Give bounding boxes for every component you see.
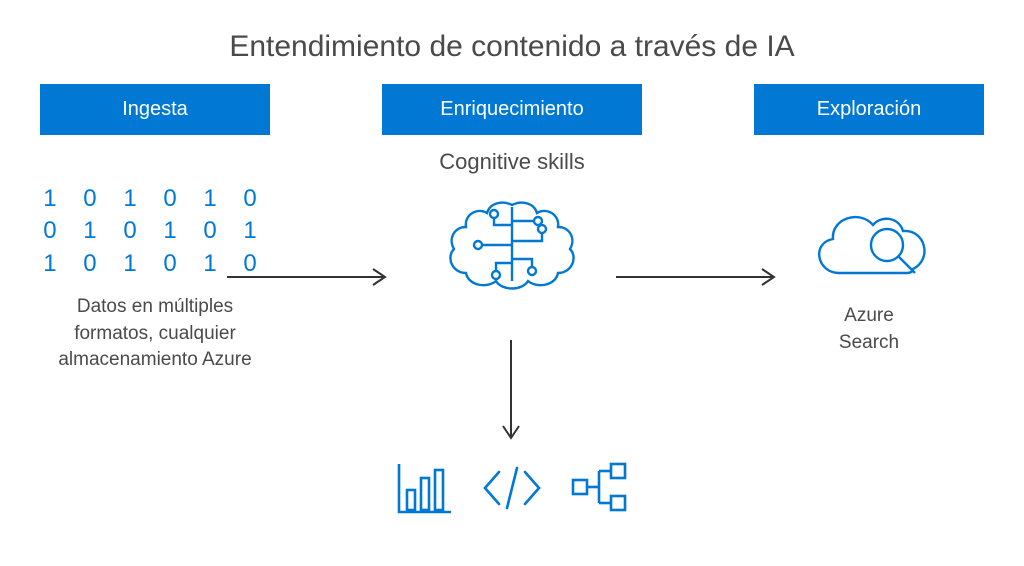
cloud-search-icon [799, 195, 939, 295]
code-icon [479, 460, 545, 521]
arrow-right-icon [225, 265, 395, 289]
enrich-column: Enriquecimiento Cognitive skills [382, 84, 642, 374]
ingest-description: Datos en múltiples formatos, cualquier a… [40, 294, 270, 374]
explore-header: Exploración [754, 84, 984, 135]
output-icons [395, 460, 629, 521]
enrich-header: Enriquecimiento [382, 84, 642, 135]
explore-description: Azure Search [839, 303, 899, 356]
enrich-subtitle: Cognitive skills [439, 149, 585, 177]
stages-row: Ingesta 1 0 1 0 1 0 0 1 0 1 0 1 1 0 1 0 … [0, 84, 1024, 374]
arrow-right-icon [614, 265, 784, 289]
bar-chart-icon [395, 460, 455, 521]
share-nodes-icon [569, 460, 629, 521]
explore-column: Exploración . Azure Search [754, 84, 984, 374]
brain-circuit-icon [442, 195, 582, 295]
arrow-down-icon [499, 338, 523, 448]
ingest-column: Ingesta 1 0 1 0 1 0 0 1 0 1 0 1 1 0 1 0 … [40, 84, 270, 374]
page-title: Entendimiento de contenido a través de I… [0, 0, 1024, 84]
ingest-header: Ingesta [40, 84, 270, 135]
